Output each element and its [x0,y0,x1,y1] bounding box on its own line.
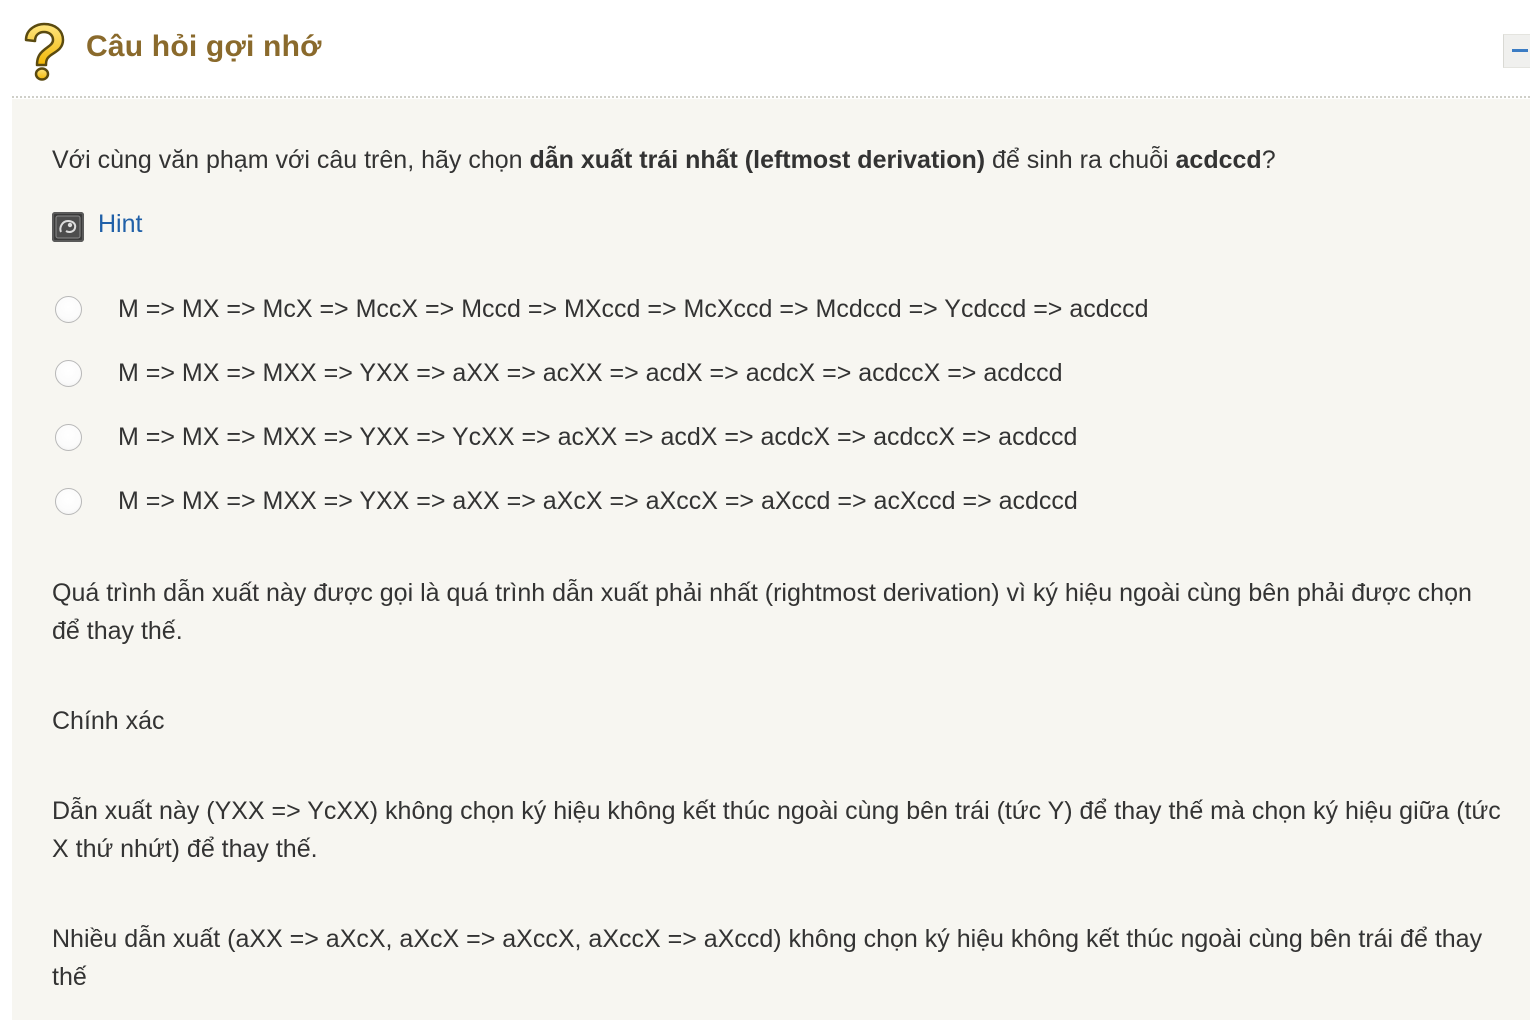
radio-button[interactable] [55,488,82,515]
radio-button[interactable] [55,296,82,323]
question-prefix: Với cùng văn phạm với câu trên, hãy chọn [52,146,530,174]
answer-option-2[interactable]: M => MX => MXX => YXX => aXX => acXX => … [52,355,1452,395]
question-text: Với cùng văn phạm với câu trên, hãy chọn… [52,146,1276,175]
answer-option-1[interactable]: M => MX => McX => MccX => Mccd => MXccd … [52,291,1452,331]
question-bold-string: acdccd [1175,146,1262,174]
answer-option-text: M => MX => MXX => YXX => aXX => aXcX => … [118,487,1078,515]
feedback-option-3: Dẫn xuất này (YXX => YcXX) không chọn ký… [52,797,1501,863]
question-panel [12,99,1530,1020]
feedback-option-2: Chính xác [52,707,165,735]
answer-option-text: M => MX => McX => MccX => Mccd => MXccd … [118,295,1149,323]
minus-icon [1512,49,1528,52]
question-mark-icon [16,22,70,82]
collapse-button[interactable] [1503,34,1530,68]
answer-option-text: M => MX => MXX => YXX => aXX => acXX => … [118,359,1063,387]
question-header: Câu hỏi gợi nhớ [0,0,1530,96]
radio-button[interactable] [55,424,82,451]
header-divider [12,96,1530,98]
radio-button[interactable] [55,360,82,387]
hint-link[interactable]: Hint [98,210,142,239]
feedback-option-4: Nhiều dẫn xuất (aXX => aXcX, aXcX => aXc… [52,925,1483,991]
page-title: Câu hỏi gợi nhớ [86,30,322,63]
answer-option-3[interactable]: M => MX => MXX => YXX => YcXX => acXX =>… [52,419,1452,459]
question-bold-leftmost: dẫn xuất trái nhất (leftmost derivation) [529,146,986,174]
hint-icon[interactable] [52,212,84,242]
feedback-option-1: Quá trình dẫn xuất này được gọi là quá t… [52,579,1472,645]
answer-option-4[interactable]: M => MX => MXX => YXX => aXX => aXcX => … [52,483,1452,523]
answer-option-text: M => MX => MXX => YXX => YcXX => acXX =>… [118,423,1078,451]
question-suffix: ? [1261,146,1276,174]
question-middle: để sinh ra chuỗi [985,146,1176,174]
